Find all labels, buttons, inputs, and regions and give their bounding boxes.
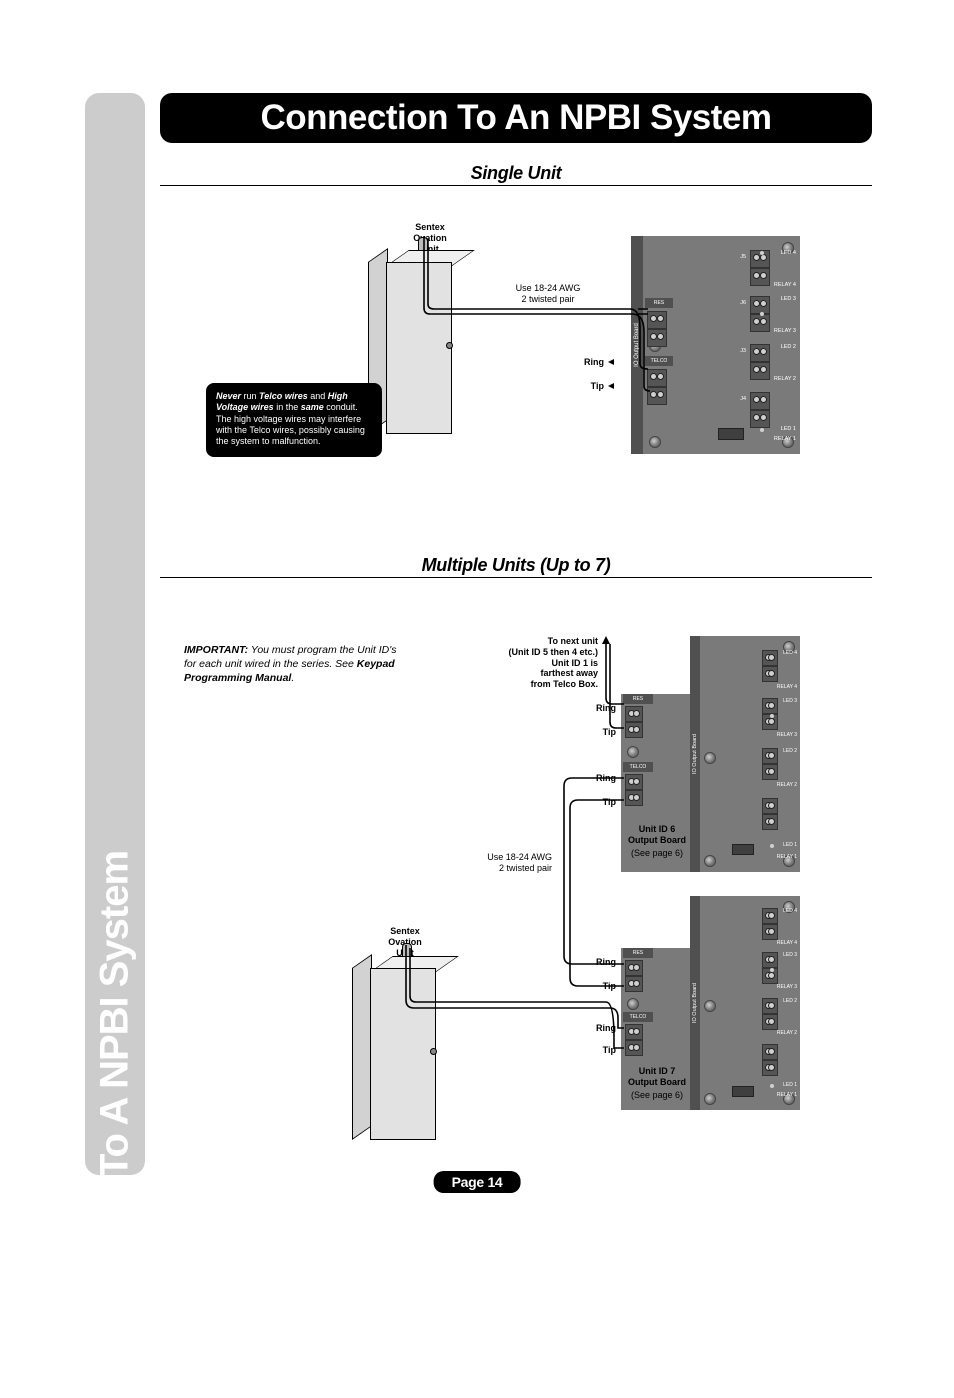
j5: J5	[716, 254, 746, 260]
led4: LED 4	[766, 250, 796, 256]
j6: J6	[716, 300, 746, 306]
warning-box: Never run Telco wires and High Voltage w…	[206, 383, 382, 457]
led2: LED 2	[766, 344, 796, 350]
led3: LED 3	[766, 296, 796, 302]
page-title: Connection To An NPBI System	[160, 93, 872, 143]
ring-arrow-single	[608, 359, 614, 365]
warn-p2: run	[241, 391, 259, 401]
important-note: IMPORTANT: You must program the Unit ID'…	[184, 643, 399, 686]
heading-single-unit: Single Unit	[160, 163, 872, 184]
heading-multiple-units: Multiple Units (Up to 7)	[160, 555, 872, 576]
relay2: RELAY 2	[766, 376, 796, 382]
document-page: Connection To A NPBI System Connection T…	[0, 0, 954, 1235]
important-end: .	[291, 672, 294, 684]
divider	[160, 185, 872, 186]
section-sidebar: Connection To A NPBI System	[85, 93, 145, 1175]
output-board-unit6: IO Output Board LED 4 RELAY 4 LED 3 RELA…	[690, 636, 800, 872]
warn-p4: and	[308, 391, 328, 401]
tip-arrow-single	[608, 383, 614, 389]
warn-p7: same	[301, 402, 324, 412]
warn-p6: in the	[274, 402, 301, 412]
board7-sub: (See page 6)	[612, 1090, 702, 1101]
j3: J3	[716, 348, 746, 354]
output-board-single: IO Output Board RES TELCO J5 LED 4 RELAY…	[631, 236, 800, 454]
led1: LED 1	[766, 426, 796, 432]
divider-2	[160, 577, 872, 578]
board6-rail: IO Output Board	[692, 734, 698, 774]
wiring-next-unit	[598, 640, 638, 740]
page-number-badge: Page 14	[434, 1171, 521, 1193]
relay1: RELAY 1	[766, 436, 796, 442]
warn-p1: Never	[216, 391, 241, 401]
wiring-single	[416, 236, 656, 406]
relay3: RELAY 3	[766, 328, 796, 334]
warn-p3: Telco wires	[259, 391, 308, 401]
sequence-note: To next unit (Unit ID 5 then 4 etc.) Uni…	[466, 636, 598, 690]
output-board-unit7: IO Output Board LED 4 RELAY 4 LED 3 RELA…	[690, 896, 800, 1110]
important-label: IMPORTANT:	[184, 644, 248, 656]
wiring-multiple	[400, 770, 640, 1070]
relay4: RELAY 4	[766, 282, 796, 288]
j4: J4	[716, 396, 746, 402]
sidebar-title: Connection To A NPBI System	[93, 851, 138, 1398]
board7-rail: IO Output Board	[692, 983, 698, 1023]
